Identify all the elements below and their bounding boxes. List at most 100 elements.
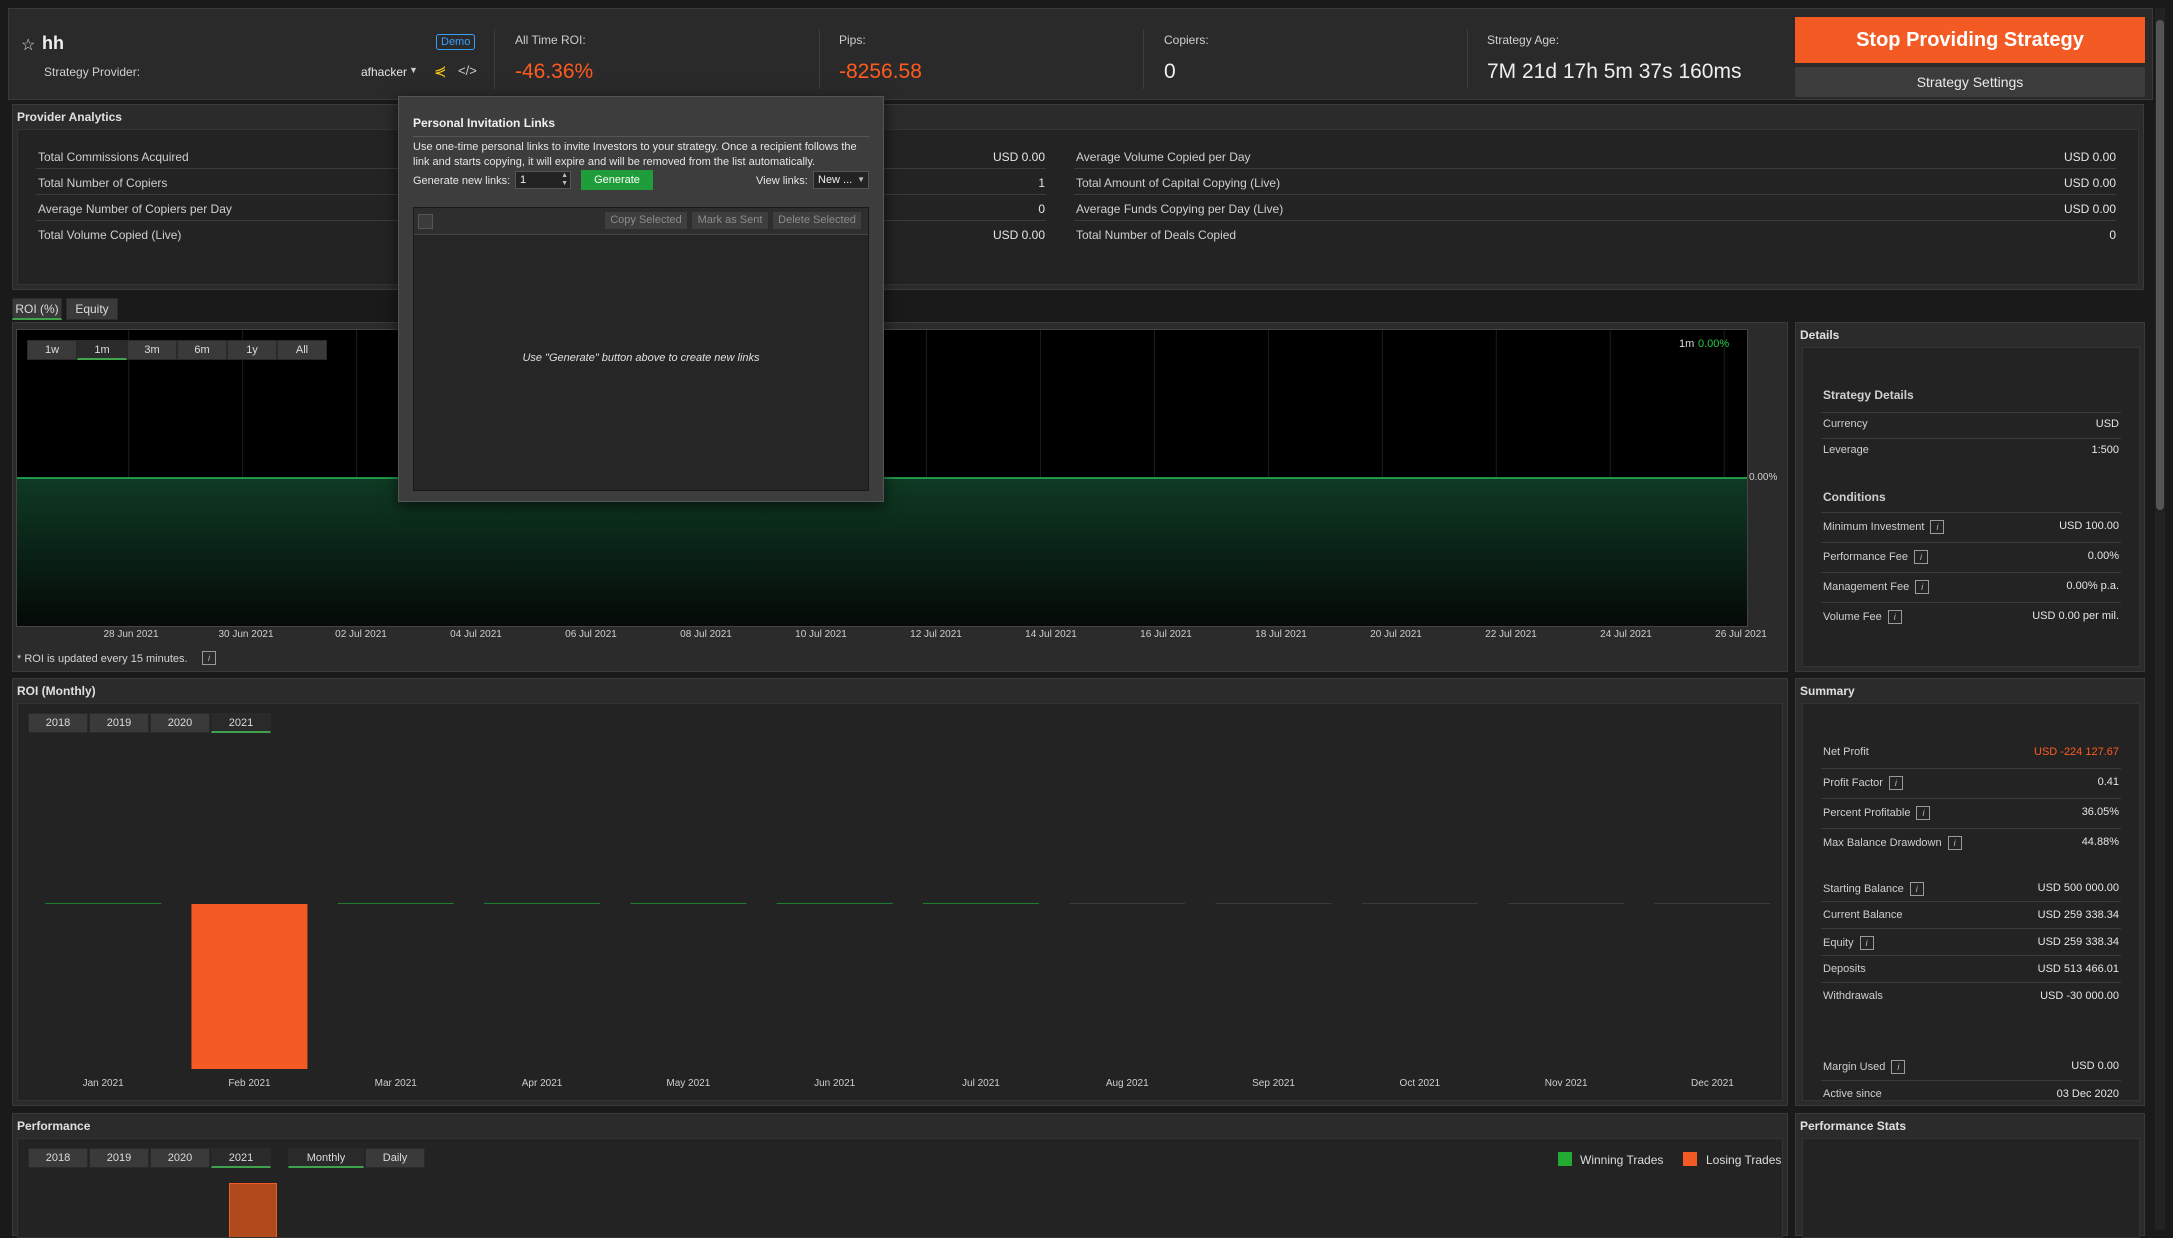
row-divider (1821, 542, 2121, 543)
performance-stats-title: Performance Stats (1800, 1119, 1907, 1133)
pips-value: -8256.58 (839, 60, 922, 83)
details-label: Leverage (1823, 444, 1869, 456)
row-divider (1074, 220, 2116, 221)
info-icon[interactable]: i (1909, 882, 1924, 896)
page-scrollbar[interactable] (2155, 8, 2165, 1230)
range-button-1m[interactable]: 1m (77, 340, 127, 360)
generate-count-input[interactable]: 1 ▲ ▼ (515, 171, 571, 189)
perf-mode-monthly[interactable]: Monthly (288, 1148, 364, 1168)
summary-value: USD -224 127.67 (2034, 746, 2119, 758)
range-button-All[interactable]: All (277, 340, 327, 360)
strategy-name: hh (42, 33, 64, 53)
monthly-bar (1361, 903, 1478, 904)
stop-providing-strategy-button[interactable]: Stop Providing Strategy (1795, 17, 2145, 63)
info-icon[interactable]: i (1887, 610, 1902, 624)
popup-description: Use one-time personal links to invite In… (413, 141, 857, 168)
details-value: USD 0.00 per mil. (2032, 610, 2119, 622)
row-divider (1821, 901, 2121, 902)
summary-value: USD 500 000.00 (2037, 882, 2119, 894)
tab-equity[interactable]: Equity (66, 298, 118, 320)
range-button-6m[interactable]: 6m (177, 340, 227, 360)
share-icon[interactable]: ⋞ (434, 62, 447, 80)
details-label: Volume Fee i (1823, 610, 1902, 624)
spinner-arrows-icon[interactable]: ▲ ▼ (561, 172, 568, 188)
summary-body: Net Profit USD -224 127.67 Profit Factor i 0… (1802, 703, 2140, 1101)
info-icon[interactable]: i (1859, 936, 1874, 950)
info-icon[interactable]: i (1913, 550, 1928, 564)
monthly-bar (922, 902, 1039, 904)
embed-code-icon[interactable]: </> (458, 63, 477, 78)
details-title: Details (1800, 328, 1840, 342)
x-tick-label: 08 Jul 2021 (680, 629, 732, 640)
monthly-bar (1508, 903, 1625, 904)
range-button-1y[interactable]: 1y (227, 340, 277, 360)
month-label: Oct 2021 (1400, 1078, 1441, 1089)
info-icon[interactable]: i (1947, 836, 1962, 850)
info-icon[interactable]: i (1930, 520, 1945, 534)
summary-value: 0.41 (2097, 776, 2119, 788)
strategy-age-value: 7M 21d 17h 5m 37s 160ms (1487, 60, 1742, 83)
details-value: USD 100.00 (2059, 520, 2119, 532)
provider-analytics-title: Provider Analytics (17, 110, 122, 124)
summary-value: USD 0.00 (2071, 1060, 2119, 1072)
chevron-down-icon[interactable]: ▼ (409, 65, 418, 75)
generate-label: Generate new links: (413, 175, 511, 187)
tab-roi-percent[interactable]: ROI (%) (12, 298, 62, 320)
x-tick-label: 22 Jul 2021 (1485, 629, 1537, 640)
copy-selected-button[interactable]: Copy Selected (605, 212, 687, 229)
analytics-label: Total Commissions Acquired (38, 150, 189, 164)
monthly-bar (1215, 903, 1332, 904)
popup-divider (413, 136, 869, 137)
roi-monthly-body: 2018 2019 2020 2021 Jan 2021 Feb 2021 Mar 202… (17, 703, 1783, 1101)
perf-year-tab-2018[interactable]: 2018 (28, 1148, 88, 1168)
x-tick-label: 26 Jul 2021 (1715, 629, 1767, 640)
summary-label: Starting Balance i (1823, 882, 1924, 896)
summary-label: Equity i (1823, 936, 1874, 950)
info-icon[interactable]: i (202, 651, 216, 665)
popup-title: Personal Invitation Links (413, 116, 556, 130)
details-label: Management Fee i (1823, 580, 1930, 594)
strategy-header: ☆ hh Demo Strategy Provider: afhacker ▼ … (8, 8, 2153, 100)
copiers-label: Copiers: (1164, 33, 1209, 47)
perf-year-tab-2019[interactable]: 2019 (89, 1148, 149, 1168)
row-divider (1821, 438, 2121, 439)
delete-selected-button[interactable]: Delete Selected (773, 212, 861, 229)
x-tick-label: 02 Jul 2021 (335, 629, 387, 640)
x-tick-label: 04 Jul 2021 (450, 629, 502, 640)
view-links-select[interactable]: New ... ▼ (813, 171, 869, 189)
range-button-1w[interactable]: 1w (27, 340, 77, 360)
generate-button[interactable]: Generate (581, 170, 653, 190)
info-icon[interactable]: i (1916, 806, 1931, 820)
provider-analytics-panel: Provider Analytics Total Commissions Acq… (12, 104, 2144, 290)
info-icon[interactable]: i (1915, 580, 1930, 594)
perf-year-tab-2020[interactable]: 2020 (150, 1148, 210, 1168)
mark-as-sent-button[interactable]: Mark as Sent (692, 212, 768, 229)
row-divider (1821, 798, 2121, 799)
info-icon[interactable]: i (1891, 1060, 1906, 1074)
performance-panel: Performance 2018 2019 2020 2021 Monthly Dail… (12, 1113, 1788, 1238)
row-divider (1821, 412, 2121, 413)
favorite-star-icon[interactable]: ☆ (21, 35, 35, 55)
strategy-settings-button[interactable]: Strategy Settings (1795, 67, 2145, 97)
info-icon[interactable]: i (1888, 776, 1903, 790)
range-button-3m[interactable]: 3m (127, 340, 177, 360)
analytics-label: Total Amount of Capital Copying (Live) (1076, 176, 1281, 190)
stop-button-label: Stop Providing Strategy (1856, 29, 2084, 51)
provider-name[interactable]: afhacker (361, 65, 407, 79)
scrollbar-thumb[interactable] (2156, 20, 2164, 510)
row-divider (1074, 194, 2116, 195)
row-divider (1821, 572, 2121, 573)
perf-year-tab-2021[interactable]: 2021 (211, 1148, 271, 1168)
month-label: Nov 2021 (1545, 1078, 1588, 1089)
summary-label: Max Balance Drawdown i (1823, 836, 1962, 850)
row-divider (1821, 768, 2121, 769)
losing-legend-swatch (1683, 1152, 1697, 1166)
winning-legend-label: Winning Trades (1580, 1153, 1664, 1167)
summary-label: Withdrawals (1823, 990, 1883, 1002)
select-all-checkbox[interactable] (418, 214, 433, 229)
month-label: Apr 2021 (522, 1078, 563, 1089)
analytics-value: 0 (2109, 228, 2116, 242)
roi-monthly-panel: ROI (Monthly) 2018 2019 2020 2021 Jan 2021 F… (12, 678, 1788, 1106)
analytics-value: USD 0.00 (2063, 150, 2116, 164)
perf-mode-daily[interactable]: Daily (365, 1148, 425, 1168)
